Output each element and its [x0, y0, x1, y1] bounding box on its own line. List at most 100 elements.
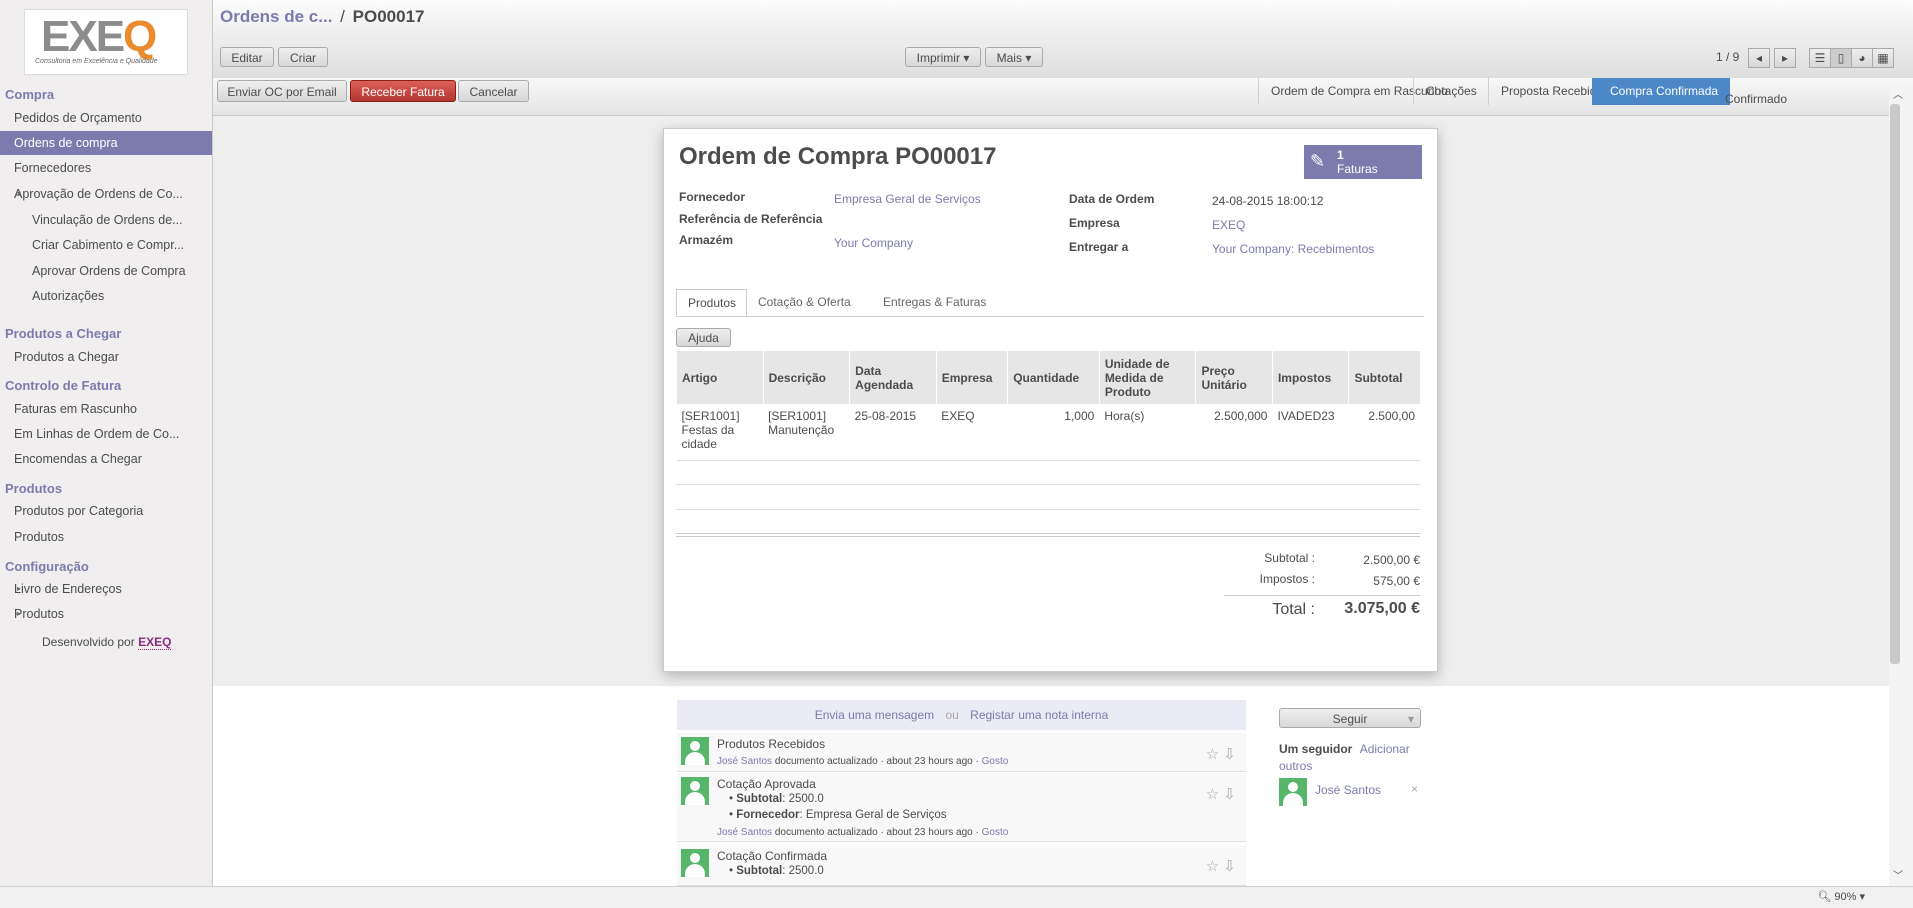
- sidebar-item-faturas-rascunho[interactable]: Faturas em Rascunho: [0, 397, 212, 421]
- tracking-value: • Subtotal: 2500.0: [729, 865, 824, 877]
- sidebar-item-livro-enderecos[interactable]: ▸ Livro de Endereços: [0, 577, 212, 601]
- help-button[interactable]: Ajuda: [676, 328, 731, 347]
- like-link[interactable]: Gosto: [982, 756, 1009, 767]
- follower-name-link[interactable]: José Santos: [1315, 783, 1381, 797]
- expanded-triangle-icon: ▾: [17, 189, 22, 198]
- col-data-agendada[interactable]: Data Agendada: [849, 351, 937, 404]
- tab-cotacao-oferta[interactable]: Cotação & Oferta: [747, 289, 862, 316]
- table-row[interactable]: [SER1001] Festas da cidade [SER1001] Man…: [676, 404, 1420, 461]
- empty-row: [676, 509, 1420, 510]
- invoices-smart-button[interactable]: ✎ 1 Faturas: [1304, 145, 1422, 179]
- cell-artigo: [SER1001] Festas da cidade: [676, 404, 764, 461]
- section-produtos-chegar: Produtos a Chegar: [5, 326, 122, 341]
- col-unidade-medida[interactable]: Unidade de Medida de Produto: [1098, 351, 1196, 404]
- cell-data: 25-08-2015: [849, 404, 937, 461]
- graph-view-icon[interactable]: ◕: [1851, 48, 1873, 68]
- pager-count: 1 / 9: [1716, 50, 1740, 64]
- deliver-to-link[interactable]: Your Company: Recebimentos: [1212, 242, 1374, 256]
- more-dropdown[interactable]: Mais ▾: [985, 47, 1043, 67]
- collapsed-triangle-icon: ▸: [17, 609, 22, 618]
- cell-quantidade: 1,000: [1007, 404, 1100, 461]
- sidebar-item-criar-cabimento[interactable]: Criar Cabimento e Compr...: [0, 233, 212, 257]
- step-purchase-confirmed[interactable]: Compra Confirmada: [1592, 78, 1730, 105]
- zoom-icon: 🔍︎: [1817, 891, 1832, 903]
- scroll-up-icon[interactable]: ︿: [1893, 86, 1903, 101]
- avatar[interactable]: [681, 777, 709, 805]
- avatar[interactable]: [681, 737, 709, 765]
- sidebar-item-produtos-config[interactable]: ▸ Produtos: [0, 602, 212, 626]
- caret-down-icon: ▾: [1025, 51, 1032, 65]
- col-preco-unitario[interactable]: Preço Unitário: [1195, 351, 1273, 404]
- company-link[interactable]: EXEQ: [1212, 218, 1245, 232]
- followers-heading: Um seguidor Adicionar outros: [1279, 742, 1410, 773]
- sidebar-item-fornecedores[interactable]: Fornecedores: [0, 156, 212, 180]
- subtotal-label: Subtotal :: [1264, 551, 1315, 565]
- sidebar-item-encomendas-chegar[interactable]: Encomendas a Chegar: [0, 447, 212, 471]
- follow-button[interactable]: Seguir ▾: [1279, 708, 1421, 728]
- archive-icon[interactable]: ⇩: [1223, 746, 1236, 763]
- scroll-down-icon[interactable]: ﹀: [1893, 867, 1903, 882]
- author-link[interactable]: José Santos: [717, 756, 772, 767]
- sidebar-item-vinculacao[interactable]: Vinculação de Ordens de...: [0, 208, 212, 232]
- star-icon[interactable]: ☆: [1206, 786, 1219, 803]
- previous-icon[interactable]: ◂: [1748, 48, 1770, 68]
- edit-icon: ✎: [1310, 151, 1326, 171]
- step-confirmed[interactable]: Confirmado: [1713, 86, 1795, 113]
- follower-avatar[interactable]: [1279, 778, 1307, 806]
- archive-icon[interactable]: ⇩: [1223, 858, 1236, 875]
- star-icon[interactable]: ☆: [1206, 746, 1219, 763]
- sidebar-item-autorizacoes[interactable]: Autorizações: [0, 284, 212, 308]
- create-button[interactable]: Criar: [278, 47, 328, 67]
- field-label-reference: Referência de Referência: [679, 212, 823, 226]
- cancel-button[interactable]: Cancelar: [458, 80, 529, 102]
- sidebar-item-produtos-chegar[interactable]: Produtos a Chegar: [0, 345, 212, 369]
- col-subtotal[interactable]: Subtotal: [1348, 351, 1420, 404]
- form-view-icon[interactable]: ▯: [1830, 48, 1852, 68]
- cell-unidade: Hora(s): [1099, 404, 1196, 461]
- sidebar-item-aprovar-ordens[interactable]: Aprovar Ordens de Compra: [0, 259, 212, 283]
- avatar[interactable]: [681, 849, 709, 877]
- like-link[interactable]: Gosto: [982, 827, 1009, 838]
- author-link[interactable]: José Santos: [717, 827, 772, 838]
- caret-down-icon: ▾: [963, 51, 970, 65]
- sidebar-item-aprovacao[interactable]: ▾ Aprovação de Ordens de Co...: [0, 182, 212, 206]
- tab-entregas-faturas[interactable]: Entregas & Faturas: [872, 289, 997, 316]
- remove-follower-icon[interactable]: ×: [1411, 782, 1418, 796]
- step-quotations[interactable]: Cotações: [1413, 78, 1496, 105]
- breadcrumb-parent[interactable]: Ordens de c...: [220, 7, 332, 26]
- next-icon[interactable]: ▸: [1774, 48, 1796, 68]
- col-quantidade[interactable]: Quantidade: [1007, 351, 1100, 404]
- warehouse-link[interactable]: Your Company: [834, 236, 913, 250]
- col-descricao[interactable]: Descrição: [762, 351, 850, 404]
- message-actions: ☆ ⇩: [1206, 745, 1236, 763]
- step-draft[interactable]: Ordem de Compra em Rascunho: [1258, 78, 1448, 105]
- list-view-icon[interactable]: ☰: [1809, 48, 1831, 68]
- col-impostos[interactable]: Impostos: [1271, 351, 1349, 404]
- breadcrumb-current: PO00017: [352, 7, 425, 26]
- tab-produtos[interactable]: Produtos: [676, 289, 747, 316]
- cell-empresa: EXEQ: [936, 404, 1008, 461]
- receive-invoice-button[interactable]: Receber Fatura: [350, 80, 456, 102]
- zoom-level[interactable]: 🔍︎ 90% ▾: [1817, 890, 1865, 903]
- exeq-link[interactable]: EXEQ: [138, 635, 172, 650]
- step-proposal-received[interactable]: Proposta Recebida: [1488, 78, 1603, 105]
- sidebar-item-produtos-categoria[interactable]: Produtos por Categoria: [0, 499, 212, 523]
- sidebar-item-pedidos-orcamento[interactable]: Pedidos de Orçamento: [0, 106, 212, 130]
- calendar-view-icon[interactable]: ▦: [1872, 48, 1894, 68]
- sidebar-item-produtos[interactable]: Produtos: [0, 525, 212, 549]
- message-title: Cotação Aprovada: [717, 777, 816, 791]
- sidebar-item-ordens-compra[interactable]: Ordens de compra: [0, 131, 212, 155]
- edit-button[interactable]: Editar: [220, 47, 274, 67]
- archive-icon[interactable]: ⇩: [1223, 786, 1236, 803]
- company-logo[interactable]: EXEQ Consultoria em Excelência e Qualida…: [24, 9, 188, 75]
- star-icon[interactable]: ☆: [1206, 858, 1219, 875]
- supplier-link[interactable]: Empresa Geral de Serviços: [834, 192, 981, 206]
- col-empresa[interactable]: Empresa: [935, 351, 1008, 404]
- send-message-link[interactable]: Envia uma mensagem: [815, 708, 934, 722]
- scrollbar-thumb[interactable]: [1890, 104, 1900, 664]
- sidebar-item-linhas-ordem[interactable]: Em Linhas de Ordem de Co...: [0, 422, 212, 446]
- print-dropdown[interactable]: Imprimir ▾: [905, 47, 981, 67]
- col-artigo[interactable]: Artigo: [676, 351, 764, 404]
- log-note-link[interactable]: Registar uma nota interna: [970, 708, 1108, 722]
- send-email-button[interactable]: Enviar OC por Email: [217, 80, 347, 102]
